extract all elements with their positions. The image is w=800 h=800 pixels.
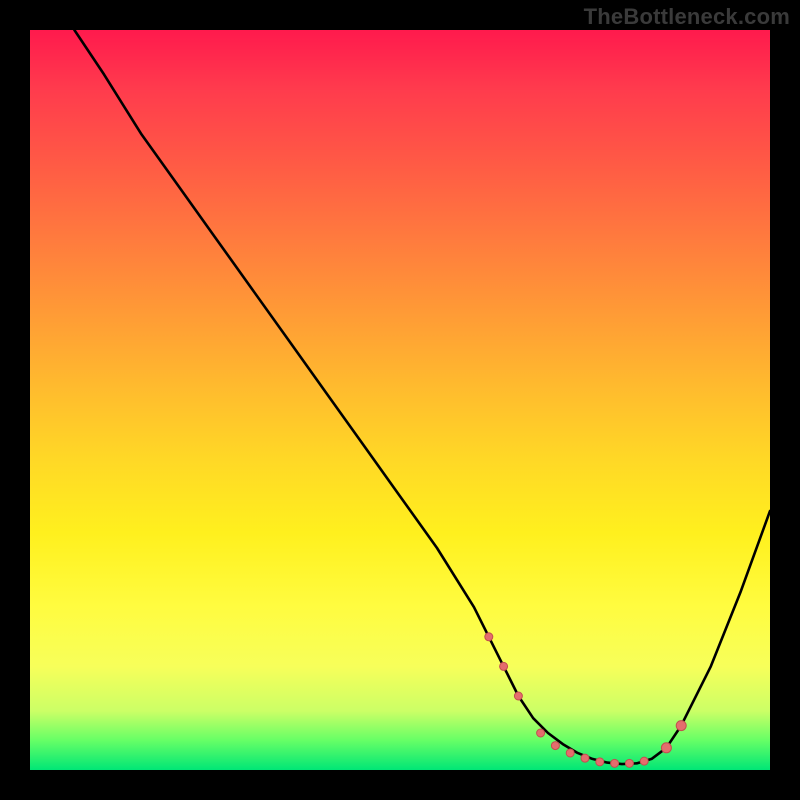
bottleneck-curve <box>74 30 770 764</box>
curve-marker <box>566 749 574 757</box>
curve-marker <box>596 758 604 766</box>
curve-marker <box>676 721 686 731</box>
curve-marker <box>581 754 589 762</box>
chart-overlay <box>30 30 770 770</box>
curve-marker <box>611 759 619 767</box>
curve-marker <box>640 757 648 765</box>
curve-marker <box>514 692 522 700</box>
curve-marker <box>551 742 559 750</box>
curve-marker <box>625 759 633 767</box>
attribution-label: TheBottleneck.com <box>584 4 790 30</box>
curve-marker <box>500 662 508 670</box>
curve-markers <box>485 633 686 768</box>
curve-marker <box>661 743 671 753</box>
curve-marker <box>485 633 493 641</box>
curve-marker <box>537 729 545 737</box>
